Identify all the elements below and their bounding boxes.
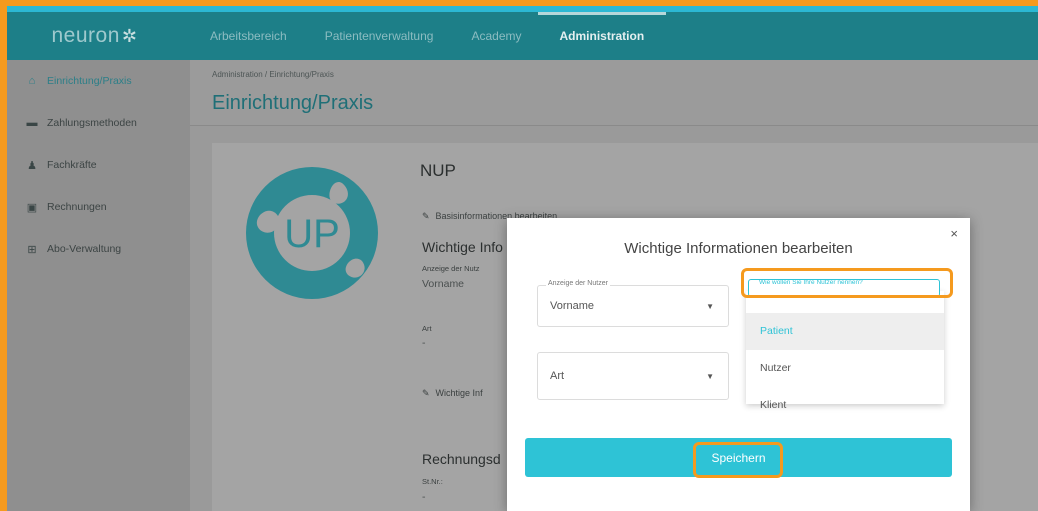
highlight-frame-left: [0, 0, 7, 511]
type-value: -: [422, 337, 426, 349]
page-header: Administration / Einrichtung/Praxis Einr…: [190, 60, 1038, 126]
sidebar-item-abo-verwaltung[interactable]: ⊞ Abo-Verwaltung: [7, 228, 190, 270]
person-icon: ♟: [27, 159, 37, 172]
highlight-frame-top: [0, 0, 1038, 6]
sidebar-item-label: Rechnungen: [47, 201, 107, 213]
close-icon[interactable]: ×: [950, 226, 958, 241]
logo-neuron-icon: ✲: [121, 25, 138, 46]
sidebar-item-label: Abo-Verwaltung: [47, 243, 122, 255]
sidebar: ⌂ Einrichtung/Praxis ▬ Zahlungsmethoden …: [7, 60, 190, 511]
display-users-select-label: Anzeige der Nutzer: [546, 280, 610, 287]
sidebar-item-rechnungen[interactable]: ▣ Rechnungen: [7, 186, 190, 228]
display-users-label: Anzeige der Nutz: [422, 264, 480, 273]
display-users-select[interactable]: Anzeige der Nutzer Vorname ▼: [537, 280, 729, 327]
credit-card-icon: ▬: [26, 117, 38, 129]
organization-logo: UP: [246, 167, 378, 299]
breadcrumb[interactable]: Administration / Einrichtung/Praxis: [212, 70, 334, 79]
user-naming-dropdown-list: Patient Nutzer Klient: [746, 291, 944, 411]
organization-name: NUP: [420, 161, 456, 180]
modal-title: Wichtige Informationen bearbeiten: [624, 240, 853, 257]
sidebar-item-einrichtung[interactable]: ⌂ Einrichtung/Praxis: [7, 60, 190, 102]
sidebar-item-zahlungsmethoden[interactable]: ▬ Zahlungsmethoden: [7, 102, 190, 144]
type-label: Art: [422, 324, 432, 333]
sidebar-item-label: Einrichtung/Praxis: [47, 75, 132, 87]
logo-text: neuron: [51, 24, 120, 47]
edit-important-info-label: Wichtige Inf: [435, 388, 483, 398]
main-nav: Arbeitsbereich Patientenverwaltung Acade…: [210, 12, 682, 60]
display-users-value: Vorname: [422, 278, 465, 290]
save-button[interactable]: Speichern: [525, 438, 952, 477]
sidebar-item-label: Zahlungsmethoden: [47, 117, 137, 129]
nav-patientenverwaltung[interactable]: Patientenverwaltung: [325, 12, 434, 60]
user-naming-select-label: Wie wollen Sie Ihre Nutzer nennen?: [759, 279, 863, 286]
nav-arbeitsbereich[interactable]: Arbeitsbereich: [210, 12, 287, 60]
chevron-down-icon: ▼: [706, 372, 714, 381]
important-info-heading: Wichtige Info: [422, 239, 503, 255]
nav-administration[interactable]: Administration: [537, 12, 666, 60]
logo-letters: UP: [284, 212, 340, 256]
user-naming-select[interactable]: Wie wollen Sie Ihre Nutzer nennen?: [748, 279, 940, 297]
save-button-label: Speichern: [711, 450, 766, 465]
display-users-select-value: Vorname: [550, 300, 595, 312]
sidebar-item-label: Fachkräfte: [47, 159, 97, 171]
type-select-value: Art: [550, 370, 565, 382]
dropdown-option-klient[interactable]: Klient: [746, 387, 944, 424]
edit-important-info-link[interactable]: ✎ Wichtige Inf: [422, 388, 483, 399]
tax-number-value: -: [422, 491, 426, 503]
pencil-icon: ✎: [422, 388, 430, 398]
tax-number-label: St.Nr.:: [422, 477, 443, 486]
type-select[interactable]: Art ▼: [537, 352, 729, 400]
top-navigation-bar: neuron ✲ Arbeitsbereich Patientenverwalt…: [7, 12, 1038, 60]
dropdown-option-nutzer[interactable]: Nutzer: [746, 350, 944, 387]
pencil-icon: ✎: [422, 211, 430, 221]
sidebar-item-fachkraefte[interactable]: ♟ Fachkräfte: [7, 144, 190, 186]
invoice-icon: ▣: [26, 201, 38, 214]
page-title: Einrichtung/Praxis: [212, 92, 374, 114]
grid-icon: ⊞: [27, 243, 37, 256]
nav-academy[interactable]: Academy: [471, 12, 521, 60]
building-icon: ⌂: [28, 75, 36, 87]
app-logo[interactable]: neuron ✲: [7, 24, 182, 48]
chevron-down-icon: ▼: [706, 302, 714, 311]
billing-heading: Rechnungsd: [422, 451, 501, 467]
dropdown-option-patient[interactable]: Patient: [746, 313, 944, 350]
